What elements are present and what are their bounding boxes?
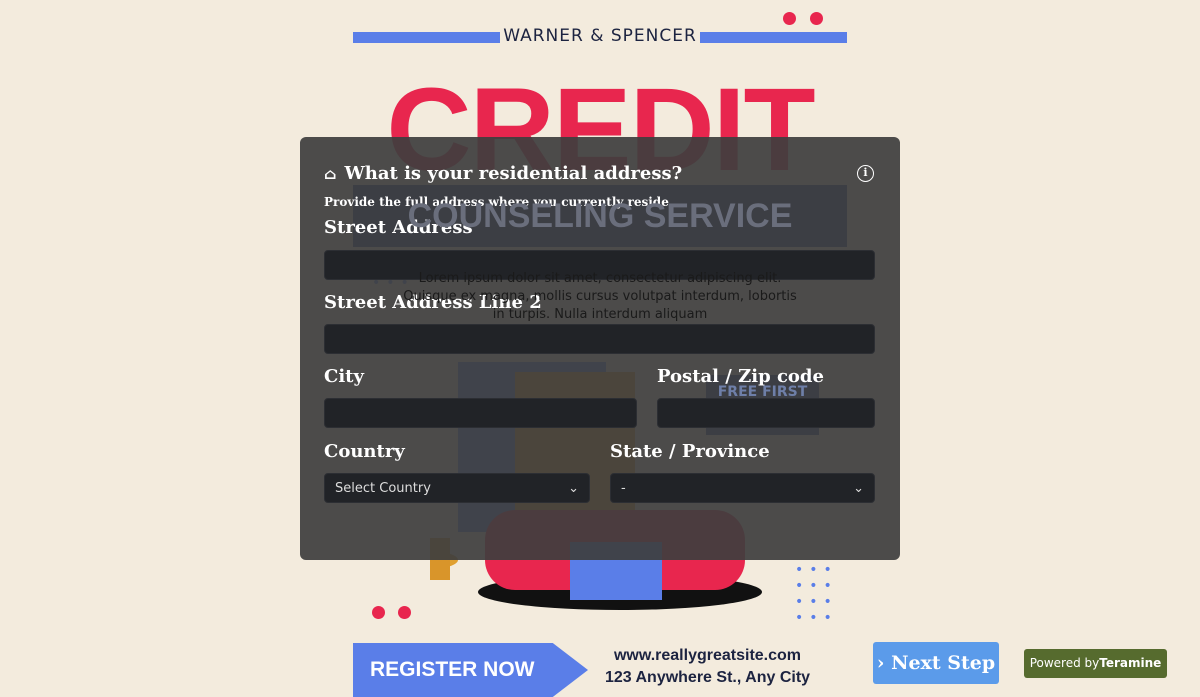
info-icon[interactable]: i: [857, 165, 874, 182]
street-address-2-input[interactable]: [324, 324, 875, 354]
brand-name: WARNER & SPENCER: [503, 26, 697, 46]
poster-website: www.reallygreatsite.com: [613, 647, 802, 664]
street-address-label: Street Address: [324, 217, 473, 238]
register-now-banner: REGISTER NOW: [353, 643, 588, 697]
country-selected-value: Select Country: [335, 481, 431, 496]
decor-dot: [783, 12, 796, 25]
country-select[interactable]: Select Country ⌄: [324, 473, 590, 503]
country-label: Country: [324, 441, 405, 462]
decor-dot: [372, 606, 385, 619]
powered-prefix: Powered by: [1029, 656, 1100, 670]
powered-brand: Teramine: [1099, 656, 1162, 670]
poster-address: 123 Anywhere St., Any City: [604, 669, 811, 686]
city-label: City: [324, 366, 364, 387]
street-address-2-label: Street Address Line 2: [324, 292, 542, 313]
state-selected-value: -: [621, 481, 626, 496]
form-title-text: What is your residential address?: [344, 163, 683, 184]
decor-dots: ••• ••• ••• •••: [795, 562, 838, 626]
form-subtitle: Provide the full address where you curre…: [324, 195, 674, 209]
postal-code-input[interactable]: [657, 398, 875, 428]
address-form-dialog: ⌂ What is your residential address? i Pr…: [300, 137, 900, 560]
chevron-down-icon: ⌄: [568, 481, 579, 496]
chevron-right-icon: ›: [876, 652, 885, 674]
next-step-label: Next Step: [891, 652, 996, 674]
street-address-input[interactable]: [324, 250, 875, 280]
form-title: ⌂ What is your residential address?: [324, 163, 682, 184]
next-step-button[interactable]: › Next Step: [873, 642, 999, 684]
decor-bar: [700, 32, 847, 43]
decor-dot: [398, 606, 411, 619]
powered-by-badge[interactable]: Powered byTeramine: [1024, 649, 1167, 678]
postal-code-label: Postal / Zip code: [657, 366, 824, 387]
state-label: State / Province: [610, 441, 770, 462]
decor-dot: [810, 12, 823, 25]
poster-contact: www.reallygreatsite.com 123 Anywhere St.…: [590, 645, 825, 689]
chevron-down-icon: ⌄: [853, 481, 864, 496]
decor-bar: [353, 32, 500, 43]
state-select[interactable]: - ⌄: [610, 473, 875, 503]
home-icon: ⌂: [324, 164, 337, 183]
city-input[interactable]: [324, 398, 637, 428]
